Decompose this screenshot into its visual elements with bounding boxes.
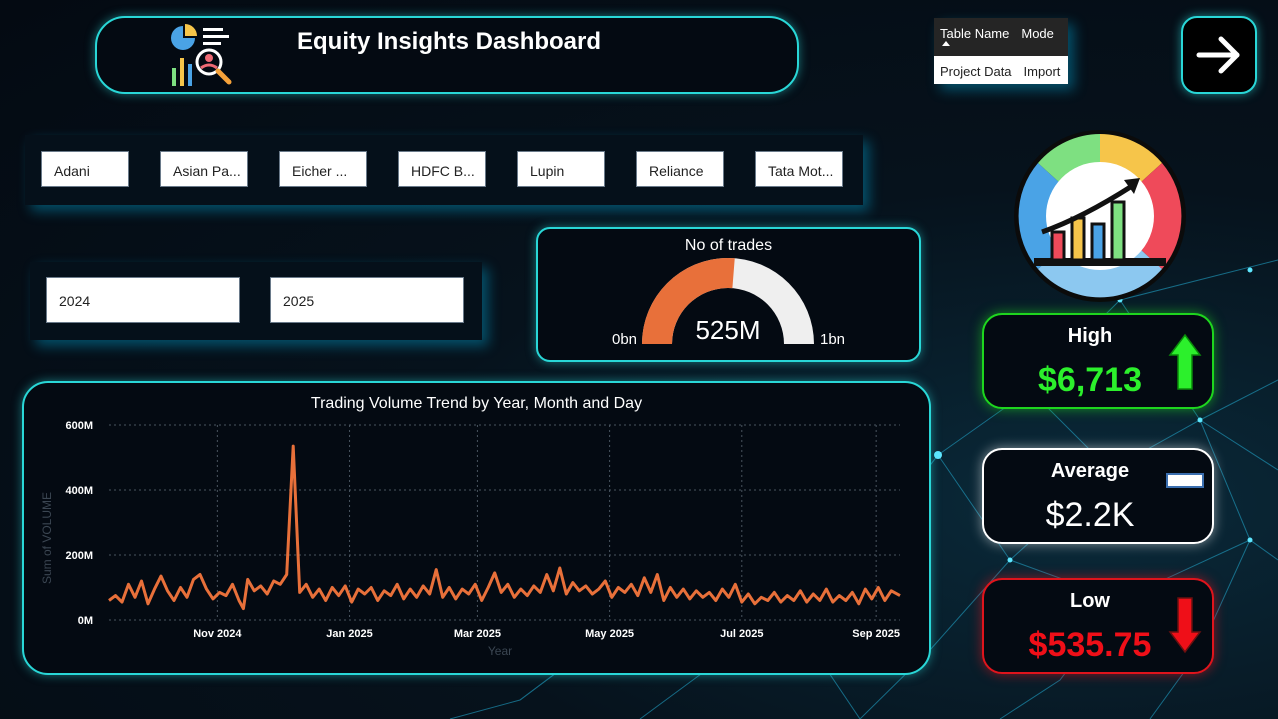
next-page-button[interactable]	[1181, 16, 1257, 94]
kpi-low-card: Low $535.75	[982, 578, 1214, 674]
stock-option-hdfc[interactable]: HDFC B...	[398, 151, 486, 187]
kpi-high-label: High	[1067, 325, 1113, 347]
volume-series-line	[108, 444, 901, 611]
x-tick-label: May 2025	[585, 628, 634, 640]
sort-ascending-icon	[942, 41, 950, 46]
stock-option-asian-paints[interactable]: Asian Pa...	[160, 151, 248, 187]
gauge-min-label: 0bn	[612, 331, 638, 348]
kpi-low-value: $535.75	[1028, 626, 1152, 664]
table-cell-name: Project Data	[940, 64, 1012, 79]
arrow-right-icon	[1196, 36, 1240, 74]
stock-option-lupin[interactable]: Lupin	[517, 151, 605, 187]
year-slicer: 2024 2025	[30, 262, 482, 340]
flat-dash-icon	[1166, 473, 1204, 488]
stock-option-eicher[interactable]: Eicher ...	[279, 151, 367, 187]
year-option-2024[interactable]: 2024	[46, 277, 240, 323]
x-tick-label: Jul 2025	[720, 628, 763, 640]
gauge-value: 525M	[695, 315, 761, 345]
down-arrow-icon	[1168, 597, 1202, 654]
table-row: Project Data Import	[934, 56, 1068, 79]
kpi-average-card: Average $2.2K	[982, 448, 1214, 544]
y-tick-label: 400M	[65, 485, 93, 497]
kpi-average-value: $2.2K	[1045, 496, 1135, 534]
x-tick-label: Mar 2025	[454, 628, 501, 640]
page-title: Equity Insights Dashboard	[297, 28, 602, 55]
year-option-2025[interactable]: 2025	[270, 277, 464, 323]
gauge-max-label: 1bn	[820, 331, 846, 348]
up-arrow-icon	[1168, 333, 1202, 390]
volume-trend-chart: Trading Volume Trend by Year, Month and …	[22, 381, 931, 675]
kpi-high-card: High $6,713	[982, 313, 1214, 409]
analytics-icon	[171, 24, 232, 86]
kpi-average-label: Average	[1050, 460, 1130, 482]
y-axis-title: Sum of VOLUME	[40, 492, 54, 584]
growth-chart-icon	[1014, 130, 1186, 302]
x-tick-label: Nov 2024	[193, 628, 242, 640]
stock-slicer: Adani Asian Pa... Eicher ... HDFC B... L…	[25, 135, 863, 205]
x-tick-label: Jan 2025	[326, 628, 372, 640]
kpi-low-label: Low	[1070, 590, 1110, 612]
x-axis-title: Year	[488, 644, 512, 658]
table-header-row: Table Name Mode	[934, 18, 1068, 56]
stock-option-adani[interactable]: Adani	[41, 151, 129, 187]
kpi-high-value: $6,713	[1038, 361, 1142, 399]
table-cell-mode: Import	[1023, 64, 1061, 79]
column-header-mode[interactable]: Mode	[1015, 18, 1060, 56]
dashboard-header: Equity Insights Dashboard	[95, 16, 799, 94]
y-tick-label: 600M	[65, 420, 93, 432]
x-tick-label: Sep 2025	[852, 628, 900, 640]
stock-option-tata-motors[interactable]: Tata Mot...	[755, 151, 843, 187]
column-header-table-name[interactable]: Table Name	[934, 18, 1015, 56]
table-info-card: Table Name Mode Project Data Import	[934, 18, 1068, 84]
stock-option-reliance[interactable]: Reliance	[636, 151, 724, 187]
chart-plot: 0M 200M 400M 600M Nov 2024 Jan 2025 Mar 2025 Ma…	[40, 420, 901, 658]
y-tick-label: 0M	[78, 615, 93, 627]
y-tick-label: 200M	[65, 550, 93, 562]
trades-gauge-card: No of trades 525M 0bn 1bn	[536, 227, 921, 362]
